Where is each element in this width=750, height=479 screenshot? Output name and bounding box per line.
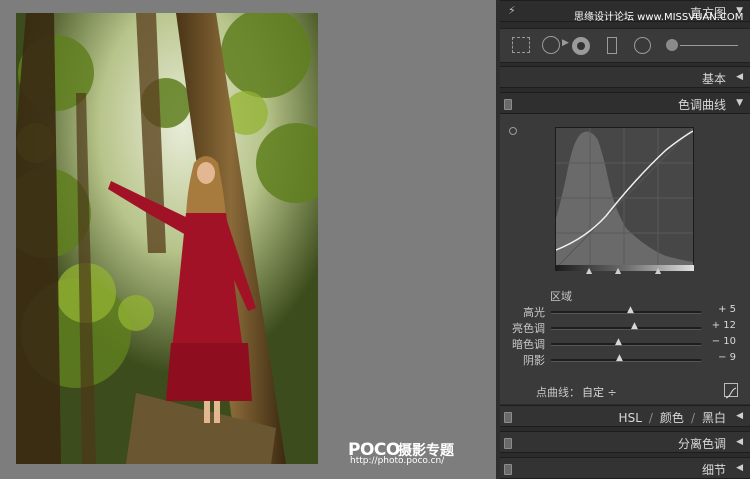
detail-header[interactable]: 细节 ◀ (500, 457, 750, 479)
photo-preview (16, 13, 318, 464)
split-toning-label: 分离色调 (677, 437, 726, 451)
slider-value[interactable]: + 5 (718, 304, 736, 315)
slider-row-highlights: 高光 ▲ + 5 (500, 304, 750, 320)
slider-value[interactable]: − 10 (712, 336, 736, 347)
hsl-group: HSL / 颜色 / 黑白 (618, 411, 726, 425)
triangle-down-icon[interactable]: ▼ (736, 98, 743, 108)
develop-panel: ⚡ 直方图 ▼ 基本 ◀ 色调曲线 ▼ ▲ ▲ ▲ 区域 高光 ▲ + 5 亮色… (500, 0, 750, 479)
tone-curve-label: 色调曲线 (677, 98, 726, 112)
slider-value[interactable]: − 9 (718, 352, 736, 363)
edit-point-curve-icon[interactable] (724, 383, 738, 399)
brush-line (680, 45, 738, 46)
watermark-url: http://photo.poco.cn/ (350, 456, 445, 466)
tool-strip: ▶ (500, 28, 750, 63)
graduated-filter-icon[interactable] (607, 37, 617, 54)
slider-value[interactable]: + 12 (712, 320, 736, 331)
adjustment-brush-icon[interactable] (666, 39, 678, 51)
slider-thumb[interactable]: ▲ (627, 305, 634, 315)
lightning-icon[interactable]: ⚡ (508, 4, 516, 17)
split-point-shadows[interactable]: ▲ (586, 266, 592, 275)
slider-thumb[interactable]: ▲ (631, 321, 638, 331)
slider-row-darks: 暗色调 ▲ − 10 (500, 336, 750, 352)
slider-label: 阴影 (523, 354, 545, 367)
tone-curve-graph[interactable] (555, 127, 694, 269)
slider-thumb[interactable]: ▲ (616, 353, 623, 363)
slider-label: 高光 (523, 306, 545, 319)
triangle-left-icon[interactable]: ◀ (736, 72, 743, 82)
triangle-left-icon[interactable]: ◀ (736, 437, 743, 447)
tone-curve-header[interactable]: 色调曲线 ▼ (500, 92, 750, 114)
tone-curve-section: ▲ ▲ ▲ 区域 高光 ▲ + 5 亮色调 ▲ + 12 暗色调 ▲ − 10 … (500, 114, 750, 404)
triangle-left-icon[interactable]: ◀ (736, 411, 743, 421)
slider-track[interactable] (551, 359, 701, 362)
curve-split-bar (555, 265, 694, 271)
slider-thumb[interactable]: ▲ (615, 337, 622, 347)
hsl-header[interactable]: HSL / 颜色 / 黑白 ◀ (500, 405, 750, 427)
slider-row-shadows: 阴影 ▲ − 9 (500, 352, 750, 368)
triangle-left-icon[interactable]: ◀ (736, 463, 743, 473)
slider-track[interactable] (551, 311, 701, 314)
point-curve-row: 点曲线： 自定 ÷ (500, 382, 750, 402)
site-watermark: 思缘设计论坛 www.MISSVUAN.COM (574, 12, 744, 23)
crop-icon[interactable] (512, 37, 530, 53)
slider-label: 暗色调 (512, 338, 545, 351)
slider-track[interactable] (551, 343, 701, 346)
split-point-midtones[interactable]: ▲ (615, 266, 621, 275)
panel-switch[interactable] (504, 438, 512, 449)
slider-track[interactable] (551, 327, 701, 330)
split-point-highlights[interactable]: ▲ (655, 266, 661, 275)
panel-switch[interactable] (504, 99, 512, 110)
split-toning-header[interactable]: 分离色调 ◀ (500, 431, 750, 453)
slider-row-lights: 亮色调 ▲ + 12 (500, 320, 750, 336)
point-curve-select[interactable]: 自定 ÷ (582, 384, 617, 400)
panel-switch[interactable] (504, 464, 512, 475)
photo-canvas: POCO 摄影专题 http://photo.poco.cn/ (0, 0, 496, 479)
basic-header[interactable]: 基本 ◀ (500, 66, 750, 88)
red-eye-icon[interactable] (572, 37, 590, 55)
point-curve-label: 点曲线： (536, 386, 580, 399)
radial-filter-icon[interactable] (634, 37, 651, 54)
tab-color[interactable]: 颜色 (660, 411, 684, 425)
tab-bw[interactable]: 黑白 (702, 411, 726, 425)
arrow-right-icon: ▶ (562, 38, 569, 48)
target-adjust-icon[interactable] (509, 127, 517, 135)
tab-hsl[interactable]: HSL (619, 411, 642, 425)
basic-label: 基本 (701, 72, 726, 86)
spot-removal-icon[interactable] (542, 36, 560, 54)
panel-switch[interactable] (504, 412, 512, 423)
detail-label: 细节 (701, 463, 726, 477)
slider-label: 亮色调 (512, 322, 545, 335)
region-label: 区域 (550, 290, 572, 303)
